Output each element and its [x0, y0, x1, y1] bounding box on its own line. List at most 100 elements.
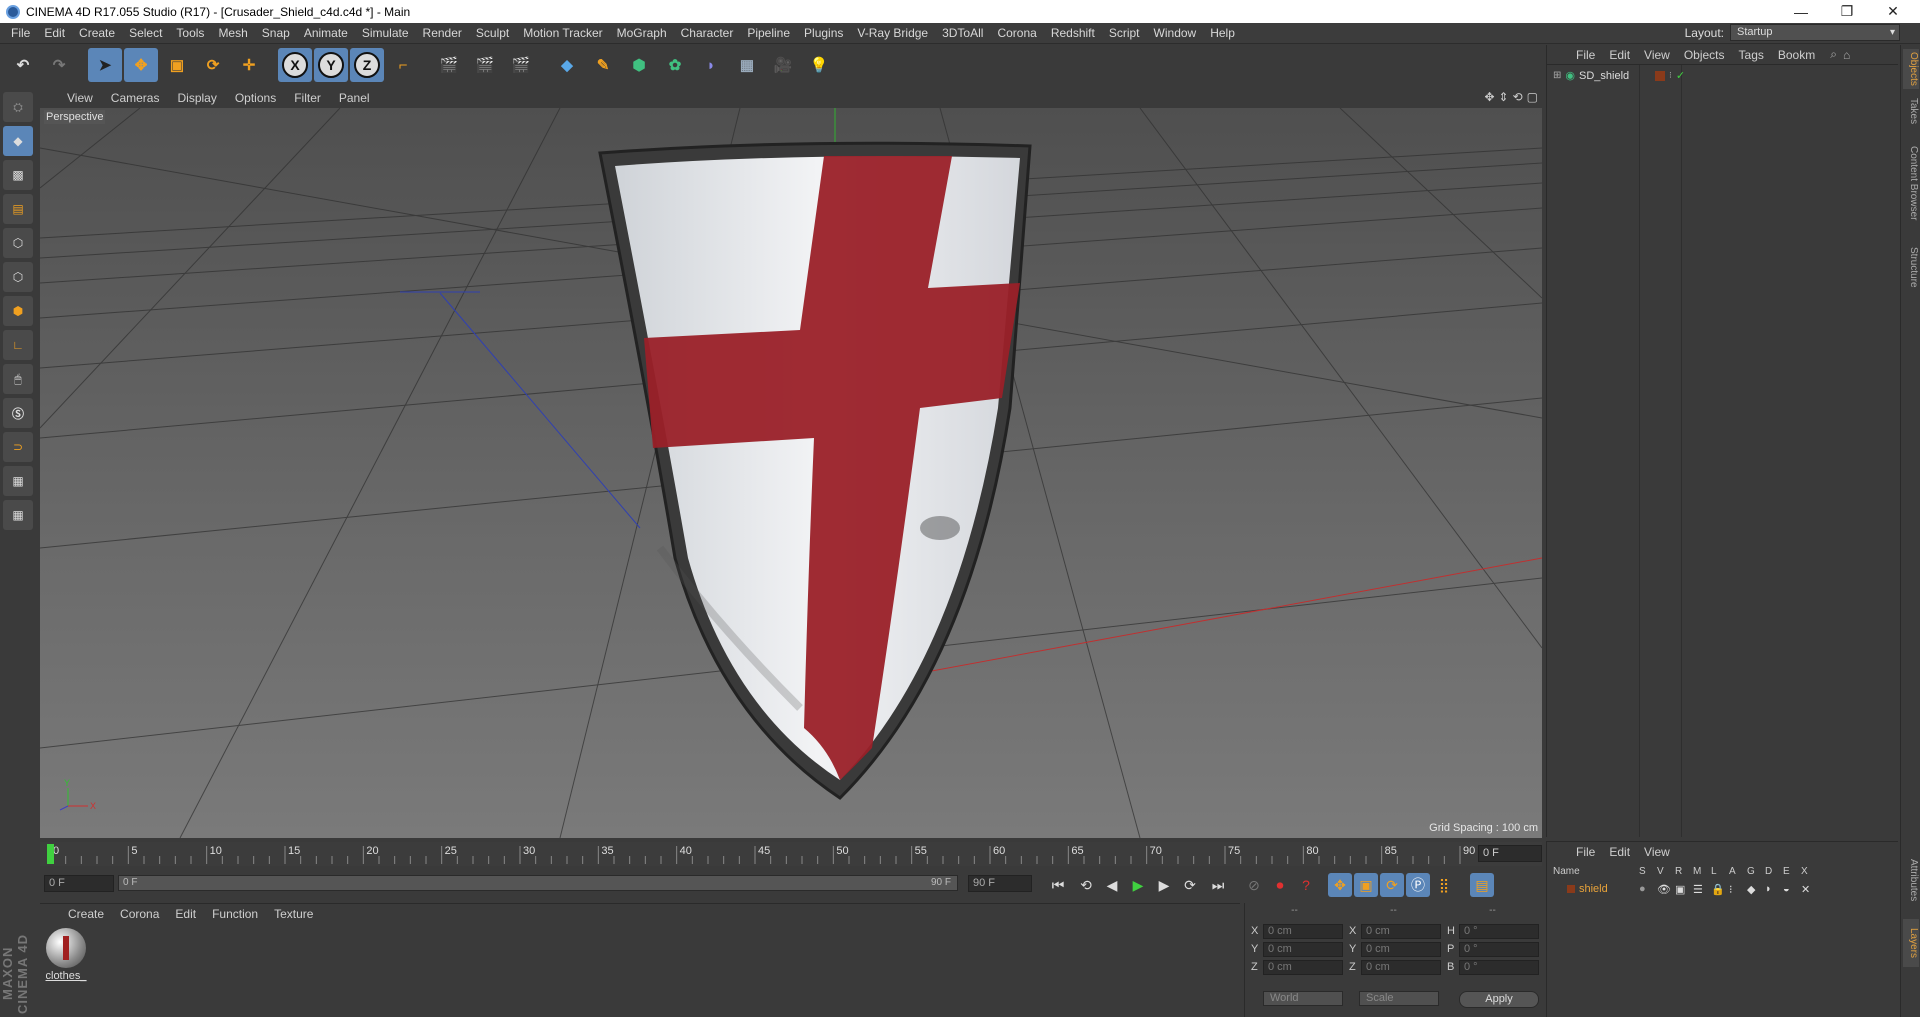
texture-mode-button[interactable]: ▩: [3, 160, 33, 190]
menu-mograph[interactable]: MoGraph: [610, 26, 674, 40]
axis-mode-button[interactable]: ∟: [3, 330, 33, 360]
objects-menu-view[interactable]: View: [1637, 48, 1677, 62]
solo-button[interactable]: Ⓢ: [3, 398, 33, 428]
size-y-field[interactable]: 0 cm: [1361, 941, 1441, 957]
layers-menu-view[interactable]: View: [1637, 845, 1677, 859]
material-swatch[interactable]: clothes_: [44, 928, 88, 988]
edges-mode-button[interactable]: ⬡: [3, 262, 33, 292]
menu-plugins[interactable]: Plugins: [797, 26, 850, 40]
object-row-sd-shield[interactable]: ⊞ ◉ SD_shield ⁝ ✓: [1553, 69, 1685, 83]
snap-button[interactable]: ⊃: [3, 432, 33, 462]
viewport-menu-display[interactable]: Display: [168, 91, 225, 105]
model-mode-button[interactable]: ◆: [3, 126, 33, 156]
rotation-b-field[interactable]: 0 °: [1459, 959, 1539, 975]
make-editable-button[interactable]: ⛭: [3, 92, 33, 122]
render-view-button[interactable]: 🎬: [432, 48, 466, 82]
record-keys-button[interactable]: ⊘: [1242, 873, 1266, 897]
viewport-menu-view[interactable]: View: [58, 91, 102, 105]
end-frame-field[interactable]: 90 F: [968, 875, 1032, 892]
add-cube-button[interactable]: ◆: [550, 48, 584, 82]
layer-color-swatch[interactable]: [1655, 70, 1665, 81]
menu-mesh[interactable]: Mesh: [211, 26, 254, 40]
menu-pipeline[interactable]: Pipeline: [740, 26, 797, 40]
objects-menu-objects[interactable]: Objects: [1677, 48, 1732, 62]
go-to-start-button[interactable]: ⏮: [1046, 873, 1070, 897]
viewport-menu-cameras[interactable]: Cameras: [102, 91, 169, 105]
position-x-field[interactable]: 0 cm: [1263, 923, 1343, 939]
objects-menu-file[interactable]: File: [1569, 48, 1602, 62]
play-button[interactable]: ▶: [1126, 873, 1150, 897]
viewport-menu-panel[interactable]: Panel: [330, 91, 379, 105]
key-position-toggle[interactable]: ✥: [1328, 873, 1352, 897]
x-axis-lock[interactable]: X: [278, 48, 312, 82]
add-floor-button[interactable]: ▦: [730, 48, 764, 82]
menu-help[interactable]: Help: [1203, 26, 1242, 40]
add-deformer-button[interactable]: ◗: [694, 48, 728, 82]
layer-expression-icon[interactable]: ◒: [1783, 883, 1801, 895]
rotation-h-field[interactable]: 0 °: [1459, 923, 1539, 939]
prev-key-button[interactable]: ⟲: [1074, 873, 1098, 897]
layers-menu-edit[interactable]: Edit: [1602, 845, 1637, 859]
size-z-field[interactable]: 0 cm: [1361, 959, 1441, 975]
menu-file[interactable]: File: [4, 26, 37, 40]
timeline-ruler[interactable]: 0 5 10 15 20 25 30 35 40 45 50 55 60 65 70 75 80 85 90: [40, 842, 1542, 866]
dolly-icon[interactable]: ⇕: [1499, 90, 1509, 104]
menu-motion-tracker[interactable]: Motion Tracker: [516, 26, 609, 40]
material-menu-function[interactable]: Function: [204, 907, 266, 921]
autokey-button[interactable]: ⏺: [1268, 873, 1292, 897]
workplane-mode-button[interactable]: ▤: [3, 194, 33, 224]
tab-layers[interactable]: Layers: [1903, 919, 1919, 967]
z-axis-lock[interactable]: Z: [350, 48, 384, 82]
menu-simulate[interactable]: Simulate: [355, 26, 416, 40]
coordinate-mode-dropdown[interactable]: World: [1263, 991, 1343, 1006]
layout-dropdown[interactable]: Startup: [1730, 24, 1900, 41]
move-tool[interactable]: ✥: [124, 48, 158, 82]
material-menu-texture[interactable]: Texture: [266, 907, 321, 921]
current-frame-field[interactable]: 0 F: [1478, 845, 1542, 862]
render-picture-viewer-button[interactable]: 🎬: [468, 48, 502, 82]
rotation-p-field[interactable]: 0 °: [1459, 941, 1539, 957]
visibility-dots-icon[interactable]: ⁝: [1669, 70, 1672, 81]
add-spline-button[interactable]: ✎: [586, 48, 620, 82]
key-scale-toggle[interactable]: ▣: [1354, 873, 1378, 897]
render-settings-button[interactable]: 🎬: [504, 48, 538, 82]
menu-window[interactable]: Window: [1147, 26, 1204, 40]
objects-menu-tags[interactable]: Tags: [1732, 48, 1771, 62]
menu-sculpt[interactable]: Sculpt: [469, 26, 516, 40]
layer-render-icon[interactable]: ▣: [1675, 883, 1693, 896]
expand-icon[interactable]: ⊞: [1553, 70, 1561, 81]
layer-lock-icon[interactable]: 🔒: [1711, 883, 1729, 896]
menu-select[interactable]: Select: [122, 26, 169, 40]
layer-manager-icon[interactable]: ☰: [1693, 883, 1711, 896]
layer-row-shield[interactable]: shield ● 👁 ▣ ☰ 🔒 ⁝ ◆ ◗ ◒ ✕: [1553, 882, 1893, 896]
layer-solo-icon[interactable]: ●: [1639, 883, 1657, 895]
points-mode-button[interactable]: ⬡: [3, 228, 33, 258]
minimize-button[interactable]: —: [1778, 0, 1824, 23]
size-mode-dropdown[interactable]: Scale: [1359, 991, 1439, 1006]
keyframe-selection-button[interactable]: ?: [1294, 873, 1318, 897]
layers-menu-file[interactable]: File: [1569, 845, 1602, 859]
transform-tool[interactable]: ✛: [232, 48, 266, 82]
material-menu-corona[interactable]: Corona: [112, 907, 167, 921]
viewport-menu-filter[interactable]: Filter: [285, 91, 330, 105]
polygons-mode-button[interactable]: ⬢: [3, 296, 33, 326]
add-camera-button[interactable]: 🎥: [766, 48, 800, 82]
rotate-tool[interactable]: ⟳: [196, 48, 230, 82]
3d-viewport[interactable]: Perspective Y X Grid Spacing : 100 cm: [40, 108, 1542, 838]
layer-color-chip[interactable]: [1567, 885, 1575, 893]
layer-generator-icon[interactable]: ◆: [1747, 883, 1765, 896]
pan-icon[interactable]: ✥: [1484, 90, 1494, 104]
layer-deformer-icon[interactable]: ◗: [1765, 883, 1783, 895]
key-rotation-toggle[interactable]: ⟳: [1380, 873, 1404, 897]
tab-takes[interactable]: Takes: [1903, 93, 1919, 129]
menu-script[interactable]: Script: [1102, 26, 1147, 40]
objects-menu-edit[interactable]: Edit: [1602, 48, 1637, 62]
objects-menu-bookmarks[interactable]: Bookm: [1771, 48, 1822, 62]
start-frame-field[interactable]: 0 F: [44, 875, 114, 892]
menu-vray-bridge[interactable]: V-Ray Bridge: [850, 26, 935, 40]
menu-create[interactable]: Create: [72, 26, 122, 40]
layer-xref-icon[interactable]: ✕: [1801, 883, 1819, 896]
go-to-end-button[interactable]: ⏭: [1206, 873, 1230, 897]
timeline-window-button[interactable]: ▤: [1470, 873, 1494, 897]
redo-button[interactable]: ↷: [42, 48, 76, 82]
